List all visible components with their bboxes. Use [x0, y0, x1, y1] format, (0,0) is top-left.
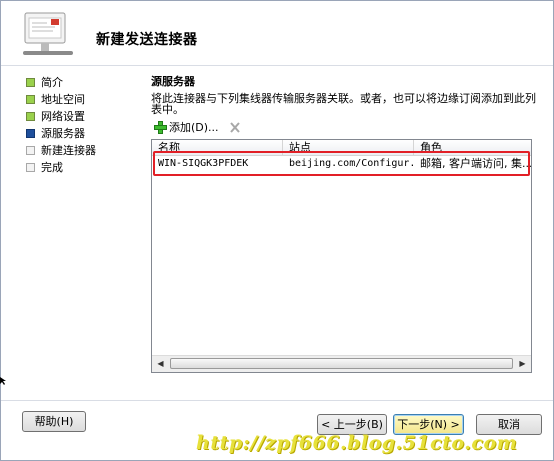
mouse-cursor-icon — [0, 377, 6, 385]
add-button[interactable]: 添加(D)... — [151, 119, 223, 137]
step-finish: 完成 — [26, 159, 96, 176]
step-label: 源服务器 — [41, 127, 85, 140]
step-label: 新建连接器 — [41, 144, 96, 157]
section-description: 将此连接器与下列集线器传输服务器关联。或者，也可以将边缘订阅添加到此列表中。 — [151, 92, 536, 116]
section-title: 源服务器 — [151, 75, 195, 88]
wizard-title: 新建发送连接器 — [96, 32, 198, 48]
step-source-server: 源服务器 — [26, 125, 96, 142]
connector-wizard-icon — [23, 12, 73, 55]
scroll-left-icon[interactable]: ◀ — [153, 357, 168, 371]
horizontal-scrollbar[interactable]: ◀ ▶ — [152, 355, 531, 372]
watermark-text: http://zpf666.blog.51cto.com — [196, 432, 518, 454]
wizard-header: 新建发送连接器 — [1, 1, 553, 65]
step-new-connector: 新建连接器 — [26, 142, 96, 159]
step-pending-icon — [26, 146, 35, 155]
plus-icon — [154, 121, 167, 134]
delete-x-icon[interactable] — [228, 120, 242, 135]
step-label: 简介 — [41, 76, 63, 89]
step-label: 网络设置 — [41, 110, 85, 123]
step-complete-icon — [26, 112, 35, 121]
wizard-steps: 简介 地址空间 网络设置 源服务器 新建连接器 完成 — [26, 74, 96, 176]
step-pending-icon — [26, 163, 35, 172]
footer-divider — [1, 400, 553, 401]
step-complete-icon — [26, 95, 35, 104]
step-intro: 简介 — [26, 74, 96, 91]
scroll-right-icon[interactable]: ▶ — [515, 357, 530, 371]
step-label: 地址空间 — [41, 93, 85, 106]
help-button[interactable]: 帮助(H) — [22, 411, 86, 432]
step-complete-icon — [26, 78, 35, 87]
add-button-label: 添加(D)... — [169, 121, 219, 134]
step-network-settings: 网络设置 — [26, 108, 96, 125]
step-address-space: 地址空间 — [26, 91, 96, 108]
scrollbar-thumb[interactable] — [170, 358, 513, 369]
step-label: 完成 — [41, 161, 63, 174]
selected-row-highlight — [153, 151, 530, 176]
step-current-icon — [26, 129, 35, 138]
header-divider — [1, 65, 553, 66]
